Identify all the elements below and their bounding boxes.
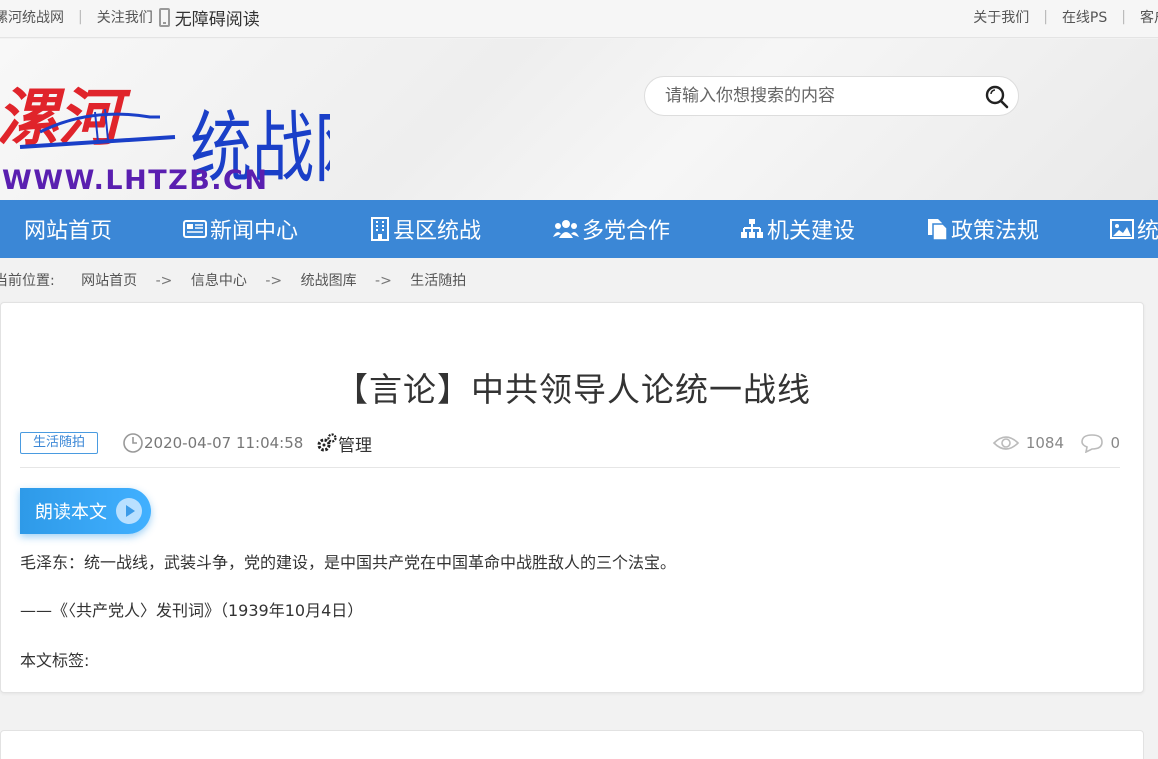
phone-icon: [158, 7, 170, 27]
search-icon[interactable]: [984, 84, 1010, 110]
nav-label: 县区统战: [393, 219, 482, 244]
article-title: 【言论】中共领导人论统一战线: [335, 370, 811, 409]
eye-icon: [992, 436, 1019, 450]
manage-link[interactable]: 管理: [316, 431, 372, 456]
breadcrumb-gallery[interactable]: 统战图库: [301, 273, 357, 289]
site-name-link[interactable]: 漯河统战网: [0, 7, 64, 27]
newspaper-icon: [183, 220, 207, 238]
users-icon: [553, 220, 579, 238]
building-icon: [371, 217, 389, 241]
main-nav: 网站首页 新闻中心 县区统战 多党合作 机关建设 政策法规 统: [0, 200, 1158, 258]
breadcrumb-info-center[interactable]: 信息中心: [191, 273, 247, 289]
comment-count[interactable]: 0: [1080, 431, 1120, 455]
search-box: [644, 76, 1019, 116]
top-bar: 漯河统战网 | 关注我们 无障碍阅读 关于我们 | 在线PS | 客户: [0, 0, 1158, 38]
read-aloud-label: 朗读本文: [35, 502, 107, 523]
comments-text: 0: [1110, 434, 1120, 452]
client-link[interactable]: 客户: [1140, 7, 1158, 27]
article-card: 【言论】中共领导人论统一战线 生活随拍 2020-04-07 11:04:58 …: [0, 302, 1144, 693]
separator: |: [1121, 9, 1126, 25]
nav-gallery[interactable]: 统: [1110, 200, 1158, 258]
about-us-link[interactable]: 关于我们: [973, 7, 1029, 27]
site-header: 漯河 统战网 WWW.LHTZB.CN: [0, 39, 1158, 200]
image-icon: [1110, 219, 1134, 239]
nav-news[interactable]: 新闻中心: [183, 200, 298, 258]
nav-multiparty[interactable]: 多党合作: [553, 200, 670, 258]
view-count: 1084: [992, 431, 1064, 455]
separator: |: [78, 9, 83, 25]
breadcrumb-life-photos[interactable]: 生活随拍: [410, 273, 466, 289]
top-bar-left: 漯河统战网 | 关注我们 无障碍阅读: [0, 0, 260, 34]
nav-organ[interactable]: 机关建设: [740, 200, 855, 258]
play-icon: [116, 498, 142, 524]
nav-county[interactable]: 县区统战: [370, 200, 481, 258]
datetime-text: 2020-04-07 11:04:58: [144, 434, 304, 452]
article-meta: 生活随拍 2020-04-07 11:04:58 管理 1084 0: [20, 431, 1120, 456]
nav-label: 多党合作: [582, 219, 671, 244]
clock-icon: [123, 433, 143, 453]
top-bar-right: 关于我们 | 在线PS | 客户: [973, 0, 1158, 34]
views-text: 1084: [1025, 434, 1064, 452]
comment-icon: [1081, 434, 1104, 453]
breadcrumb-arrow: ->: [375, 273, 392, 289]
nav-home[interactable]: 网站首页: [24, 200, 112, 258]
search-input[interactable]: [665, 77, 975, 115]
article-paragraph: 毛泽东：统一战线，武装斗争，党的建设，是中国共产党在中国革命中战胜敌人的三个法宝…: [20, 553, 677, 572]
meta-divider: [20, 467, 1120, 468]
breadcrumb-arrow: ->: [155, 273, 173, 289]
site-logo[interactable]: 漯河 统战网 WWW.LHTZB.CN: [0, 77, 330, 192]
read-aloud-button[interactable]: 朗读本文: [20, 488, 151, 534]
gears-icon: [317, 433, 337, 452]
article-paragraph: ——《〈共产党人〉发刊词》（1939年10月4日）: [20, 601, 364, 620]
nav-label: 统: [1137, 219, 1158, 244]
next-card: [0, 730, 1144, 759]
nav-policy[interactable]: 政策法规: [926, 200, 1039, 258]
nav-label: 网站首页: [24, 219, 113, 244]
sitemap-icon: [741, 219, 763, 238]
nav-label: 政策法规: [951, 219, 1040, 244]
online-ps-link[interactable]: 在线PS: [1062, 7, 1107, 27]
logo-url: WWW.LHTZB.CN: [2, 165, 268, 192]
category-badge[interactable]: 生活随拍: [20, 432, 99, 454]
nav-label: 机关建设: [767, 219, 856, 244]
breadcrumb-arrow: ->: [265, 273, 283, 289]
article-date: 2020-04-07 11:04:58: [122, 431, 303, 455]
manage-label: 管理: [338, 435, 372, 456]
follow-us-link[interactable]: 关注我们: [97, 7, 153, 27]
article-tags-label: 本文标签:: [20, 651, 90, 670]
breadcrumb-home[interactable]: 网站首页: [81, 273, 137, 289]
accessible-reading-link[interactable]: 无障碍阅读: [175, 5, 260, 30]
separator: |: [1043, 9, 1048, 25]
breadcrumb-prefix: 当前位置:: [0, 273, 55, 289]
nav-label: 新闻中心: [210, 219, 299, 244]
breadcrumb: 当前位置: 网站首页 -> 信息中心 -> 统战图库 -> 生活随拍: [0, 270, 466, 290]
files-icon: [928, 219, 948, 241]
